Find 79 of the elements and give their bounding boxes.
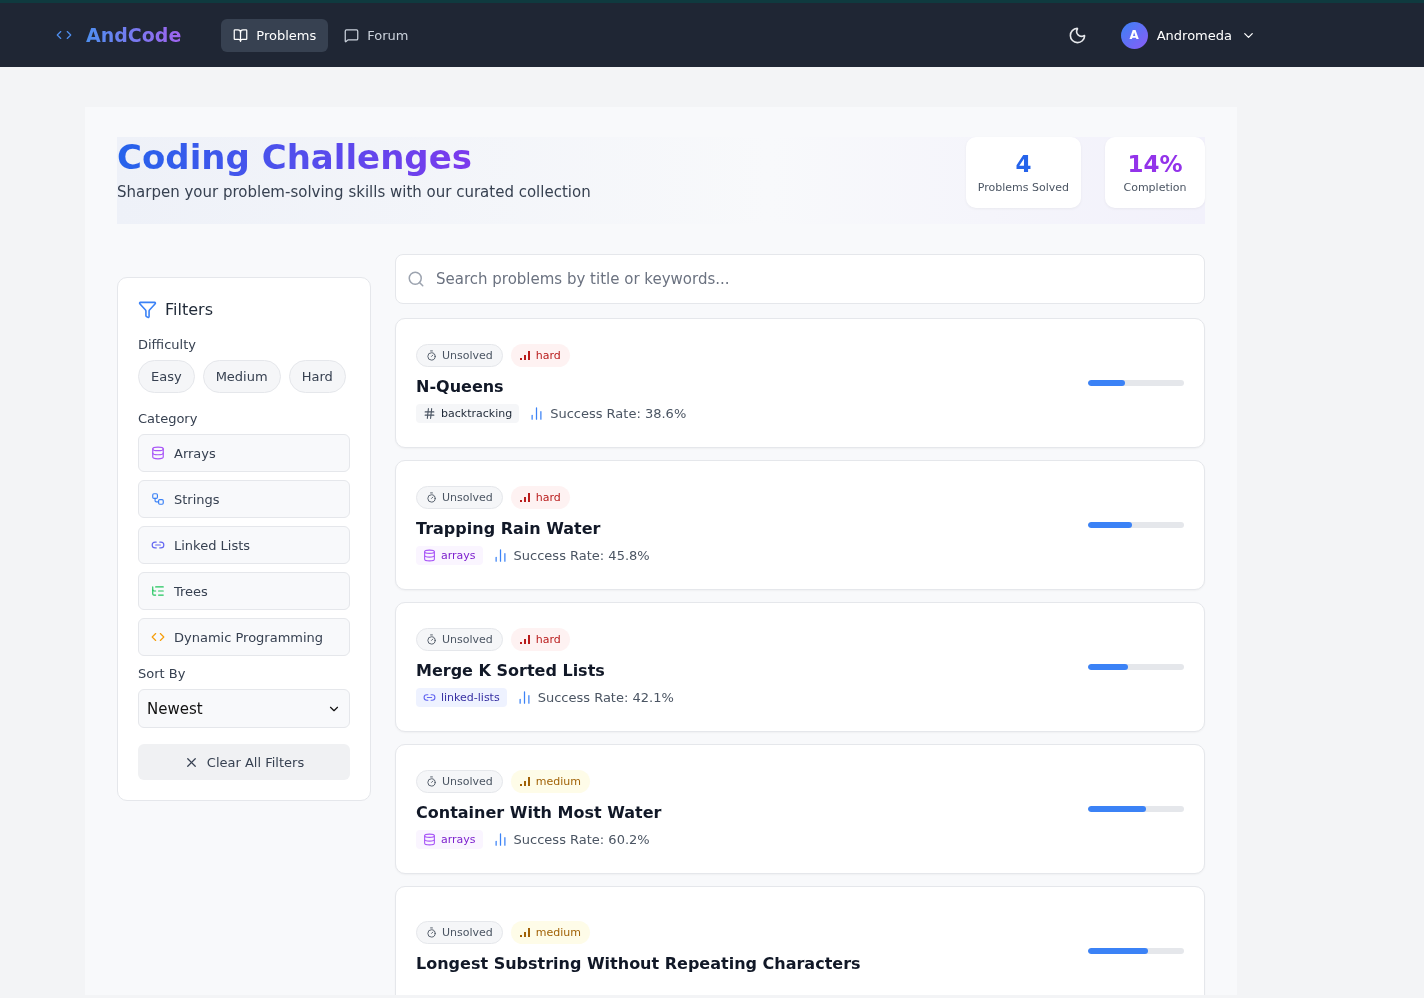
section-label: Difficulty [138,337,197,352]
problem-title[interactable]: Container With Most Water [416,802,662,822]
bar-chart-icon [492,831,508,847]
category-button[interactable]: Linked Lists [138,526,350,564]
status-badge: Unsolved [416,769,503,793]
difficulty-badge: medium [510,921,591,944]
problem-card[interactable]: Unsolved medium Longest Substring Without Repeating Characters [395,886,1205,995]
database-icon [151,446,165,460]
section-label: Category [138,411,199,426]
topic-tag: linked-lists [416,687,507,707]
search-icon [407,270,425,288]
stat-value: 4 [1014,151,1033,177]
success-rate: Success Rate: 60.2% [513,831,650,847]
difficulty-badge: hard [510,627,570,651]
filter-icon [138,300,157,319]
status-badge: Unsolved [416,485,503,509]
problem-card[interactable]: Unsolved medium Container With Most Water arrays Success Rate: 60.2% [395,744,1205,874]
hash-icon [423,406,436,420]
problem-title[interactable]: Trapping Rain Water [416,518,601,538]
category-button[interactable]: Arrays [138,434,350,472]
filters-title: Filters [165,300,213,319]
link-icon [151,538,165,552]
sort-select[interactable]: Newest [138,689,350,728]
timer-icon [426,491,437,503]
status-badge: Unsolved [416,921,503,944]
signal-bars-icon [519,928,531,937]
topic-tag: arrays [416,545,483,565]
page-subtitle: Sharpen your problem-solving skills with our curated collection [117,183,591,201]
difficulty-chip[interactable]: Easy [138,360,195,393]
workflow-icon [151,492,165,506]
list-tree-icon [151,584,165,598]
problem-card[interactable]: Unsolved hard Trapping Rain Water arrays Success Rate: 45.8% [395,460,1205,590]
success-rate: Success Rate: 45.8% [513,547,650,563]
bar-chart-icon [492,547,508,563]
success-rate: Success Rate: 38.6% [550,405,687,421]
book-icon [233,27,249,43]
category-button[interactable]: Trees [138,572,350,610]
difficulty-badge: hard [510,343,570,367]
stat-label: Completion [1122,181,1188,194]
difficulty-badge: hard [510,485,570,509]
bar-chart-icon [529,405,545,421]
database-icon [423,548,436,562]
avatar: A [1120,21,1148,49]
problem-title[interactable]: N-Queens [416,376,504,396]
problem-card[interactable]: Unsolved hard N-Queens backtracking Success Rate: 38.6% [395,318,1205,448]
category-button[interactable]: Strings [138,480,350,518]
section-label: Sort By [138,666,187,681]
topic-tag: arrays [416,829,483,849]
topic-tag: backtracking [416,403,520,423]
signal-bars-icon [519,634,531,644]
difficulty-chip[interactable]: Medium [202,360,281,393]
search-field[interactable]: Search problems by title or keywords... [395,254,1205,304]
timer-icon [426,633,437,645]
signal-bars-icon [519,492,531,502]
difficulty-badge: medium [510,769,591,793]
chat-icon [344,27,360,43]
status-badge: Unsolved [416,627,503,651]
code-icon [151,630,165,644]
success-rate: Success Rate: 42.1% [537,689,674,705]
difficulty-chip[interactable]: Hard [288,360,346,393]
nav-link[interactable]: Problems [221,18,329,52]
problem-title[interactable]: Merge K Sorted Lists [416,660,605,680]
timer-icon [426,927,437,938]
clear-filters-button[interactable]: Clear All Filters [138,744,350,780]
timer-icon [426,775,437,787]
problem-card[interactable]: Unsolved hard Merge K Sorted Lists linked-lists Success Rate: 42.1% [395,602,1205,732]
category-button[interactable]: Dynamic Programming [138,618,350,656]
stat-label: Problems Solved [977,181,1069,194]
nav-link[interactable]: Forum [332,18,421,52]
signal-bars-icon [519,776,531,786]
problem-title[interactable]: Longest Substring Without Repeating Characters [416,954,861,973]
bar-chart-icon [516,689,532,705]
timer-icon [426,349,437,361]
status-badge: Unsolved [416,343,503,367]
signal-bars-icon [519,350,531,360]
moon-icon[interactable] [1067,25,1087,45]
user-menu[interactable]: A Andromeda [1120,21,1256,49]
database-icon [423,832,436,846]
stat-value: 14% [1126,151,1184,177]
